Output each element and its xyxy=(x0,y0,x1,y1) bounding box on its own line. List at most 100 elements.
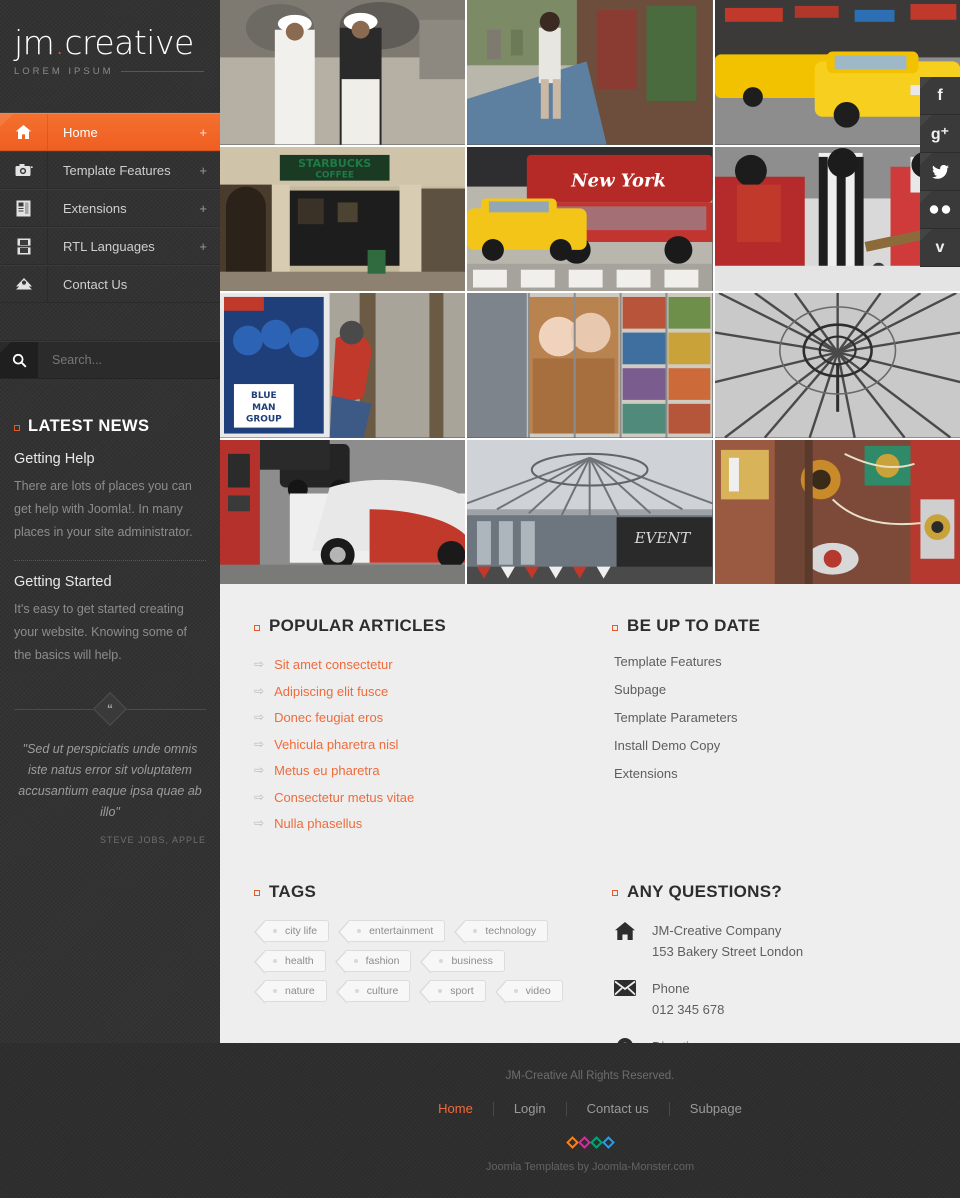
list-item[interactable]: ⇨ Sit amet consectetur xyxy=(254,654,590,675)
footer-link-home[interactable]: Home xyxy=(418,1102,494,1116)
list-item[interactable]: Template Features xyxy=(612,654,926,669)
tag-item[interactable]: business xyxy=(420,949,505,974)
list-item[interactable]: ⇨ Donec feugiat eros xyxy=(254,707,590,728)
search-input[interactable] xyxy=(38,342,220,378)
quote-ornament: “ xyxy=(14,692,206,726)
gallery-item[interactable]: EVENT xyxy=(467,439,713,584)
sidebar-item-template-features-expand[interactable]: + xyxy=(199,164,220,177)
latest-news-module: LATEST NEWS Getting Help There are lots … xyxy=(0,379,220,669)
twitter-icon[interactable] xyxy=(920,153,960,191)
any-questions-title-text: ANY QUESTIONS? xyxy=(627,881,783,901)
gallery-item[interactable]: New York xyxy=(467,146,713,291)
list-item-label: Metus eu pharetra xyxy=(274,763,380,778)
gallery-item[interactable] xyxy=(467,293,713,438)
main-navigation: Home + Template Features + Extensions + … xyxy=(0,112,220,341)
tag-dot-icon xyxy=(439,958,444,963)
svg-text:BLUE: BLUE xyxy=(251,391,277,401)
tag-item[interactable]: video xyxy=(494,979,563,1004)
tag-label: nature xyxy=(285,984,315,997)
quote-mark-glyph: “ xyxy=(107,702,113,716)
contact-company-name: JM-Creative Company xyxy=(652,922,782,938)
sidebar-item-rtl-languages[interactable]: RTL Languages + xyxy=(0,227,220,265)
sidebar-item-home-expand[interactable]: + xyxy=(199,126,220,139)
sidebar-item-home[interactable]: Home + xyxy=(0,113,220,151)
news-item-title[interactable]: Getting Started xyxy=(14,574,206,590)
gallery-item[interactable]: BLUE MAN GROUP xyxy=(220,293,466,438)
tag-dot-icon xyxy=(438,988,443,993)
facebook-icon[interactable]: f xyxy=(920,77,960,115)
logo-rest: creative xyxy=(64,23,194,62)
gallery-item[interactable] xyxy=(714,293,960,438)
news-item-text: There are lots of places you can get hel… xyxy=(14,479,193,539)
list-item[interactable]: Subpage xyxy=(612,682,926,697)
sidebar-item-extensions[interactable]: Extensions + xyxy=(0,189,220,227)
tag-label: fashion xyxy=(365,954,400,967)
sidebar-item-extensions-expand[interactable]: + xyxy=(199,202,220,215)
list-item[interactable]: Template Parameters xyxy=(612,710,926,725)
popular-articles-list: ⇨ Sit amet consectetur ⇨ Adipiscing elit f… xyxy=(254,654,590,834)
footer-credit: Joomla Templates by Joomla-Monster.com xyxy=(485,1161,695,1173)
tag-item[interactable]: entertainment xyxy=(338,919,446,944)
gallery-item[interactable] xyxy=(467,0,713,145)
tag-item[interactable]: health xyxy=(254,949,326,974)
gallery-item[interactable] xyxy=(220,0,466,145)
google-plus-icon[interactable]: g⁺ xyxy=(920,115,960,153)
gallery-item[interactable] xyxy=(714,439,960,584)
sidebar-item-extensions-label: Extensions xyxy=(63,200,127,216)
vimeo-icon[interactable]: v xyxy=(920,229,960,267)
tag-item[interactable]: sport xyxy=(419,979,486,1004)
sidebar-item-rtl-languages-expand[interactable]: + xyxy=(199,240,220,253)
tag-label: health xyxy=(285,954,314,967)
film-icon xyxy=(0,228,48,264)
facebook-glyph: f xyxy=(937,86,943,104)
tag-dot-icon xyxy=(357,928,362,933)
gallery-item[interactable] xyxy=(220,439,466,584)
tag-cloud: city life entertainment technology healt… xyxy=(253,919,574,1004)
list-item[interactable]: Install Demo Copy xyxy=(612,738,926,753)
flickr-icon[interactable] xyxy=(920,191,960,229)
search-icon[interactable] xyxy=(0,342,38,378)
svg-text:EVENT: EVENT xyxy=(634,528,692,546)
joomla-diamond-1 xyxy=(565,1136,579,1149)
tag-label: sport xyxy=(450,984,474,997)
list-item[interactable]: Extensions xyxy=(612,766,926,781)
list-item[interactable]: ⇨ Metus eu pharetra xyxy=(254,760,590,781)
gallery-item[interactable]: STARBUCKS COFFEE xyxy=(220,146,466,291)
svg-text:COFFEE: COFFEE xyxy=(315,170,354,180)
list-item-label: Donec feugiat eros xyxy=(274,710,384,725)
search-bar xyxy=(0,341,220,379)
tag-item[interactable]: culture xyxy=(335,979,411,1004)
tag-dot-icon xyxy=(473,928,478,933)
list-item[interactable]: ⇨ Nulla phasellus xyxy=(254,813,590,834)
list-item[interactable]: ⇨ Consectetur metus vitae xyxy=(254,787,590,808)
testimonial-text: "Sed ut perspiciatis unde omnis iste nat… xyxy=(18,742,202,819)
footer-link-login[interactable]: Login xyxy=(494,1102,567,1116)
tag-item[interactable]: city life xyxy=(253,919,330,944)
tag-item[interactable]: technology xyxy=(454,919,549,944)
latest-news-title-text: LATEST NEWS xyxy=(28,417,150,435)
envelope-icon xyxy=(0,266,48,302)
home-icon xyxy=(0,114,48,150)
footer-link-subpage[interactable]: Subpage xyxy=(670,1102,762,1116)
news-item-title[interactable]: Getting Help xyxy=(14,451,206,467)
square-bullet-icon xyxy=(14,425,20,431)
contact-phone-label: Phone xyxy=(652,980,690,996)
list-item-label: Vehicula pharetra nisl xyxy=(274,736,399,752)
site-logo[interactable]: jm.creative LOREM IPSUM xyxy=(0,0,220,112)
footer-link-contact-us[interactable]: Contact us xyxy=(567,1102,670,1116)
sidebar: jm.creative LOREM IPSUM Home + Template … xyxy=(0,0,220,1043)
contact-street-address: 153 Bakery Street London xyxy=(652,943,804,959)
camera-icon xyxy=(0,152,48,188)
tag-item[interactable]: fashion xyxy=(334,949,412,974)
sidebar-item-contact-us-label: Contact Us xyxy=(63,276,128,292)
list-item-label: Nulla phasellus xyxy=(274,816,363,831)
contact-phone-row: Phone 012 345 678 xyxy=(612,978,926,1020)
list-item[interactable]: ⇨ Adipiscing elit fusce xyxy=(254,681,590,702)
list-item[interactable]: ⇨ Vehicula pharetra nisl xyxy=(254,734,590,755)
svg-text:GROUP: GROUP xyxy=(246,415,282,425)
sidebar-item-template-features[interactable]: Template Features + xyxy=(0,151,220,189)
tag-item[interactable]: nature xyxy=(254,979,327,1004)
be-up-to-date-title: BE UP TO DATE xyxy=(612,616,926,636)
sidebar-item-contact-us[interactable]: Contact Us xyxy=(0,265,220,303)
